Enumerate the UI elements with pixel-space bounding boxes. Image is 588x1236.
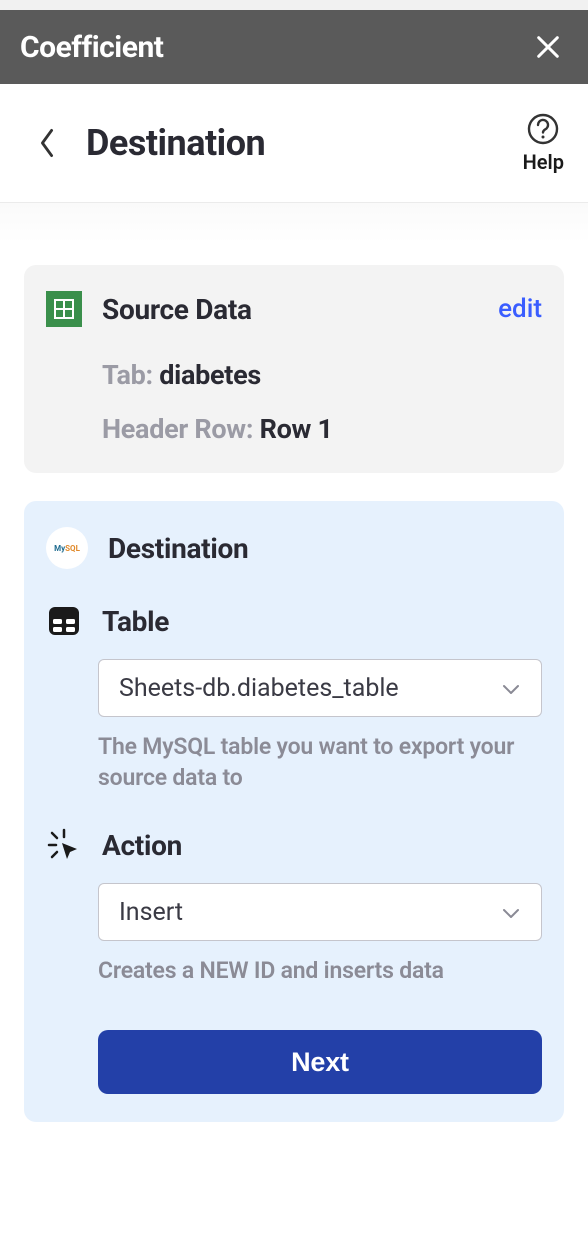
- help-button[interactable]: Help: [523, 112, 564, 174]
- next-button[interactable]: Next: [98, 1030, 542, 1094]
- source-tab-row: Tab: diabetes: [102, 359, 542, 391]
- table-section-title: Table: [102, 605, 169, 638]
- destination-card: MySQL Destination Table: [24, 501, 564, 1122]
- tab-value: diabetes: [159, 359, 261, 391]
- content-area: Source Data edit Tab: diabetes Header Ro…: [0, 203, 588, 1174]
- table-section: Table Sheets-db.diabetes_table The MySQL…: [46, 603, 542, 793]
- action-select[interactable]: Insert: [98, 883, 542, 941]
- action-section-title: Action: [102, 829, 182, 862]
- destination-card-title: Destination: [108, 532, 248, 565]
- help-label: Help: [523, 150, 564, 174]
- titlebar: Coefficient: [0, 10, 588, 84]
- help-icon: [526, 112, 560, 146]
- page-title: Destination: [86, 122, 265, 164]
- table-select[interactable]: Sheets-db.diabetes_table: [98, 659, 542, 717]
- back-button[interactable]: [36, 127, 58, 159]
- table-select-value: Sheets-db.diabetes_table: [119, 674, 399, 703]
- chevron-down-icon: [501, 898, 521, 927]
- mysql-icon: MySQL: [46, 527, 88, 569]
- action-select-value: Insert: [119, 898, 183, 927]
- source-header-row: Header Row: Row 1: [102, 413, 542, 445]
- table-helper-text: The MySQL table you want to export your …: [98, 731, 542, 793]
- close-button[interactable]: [528, 27, 568, 67]
- table-icon: [46, 603, 82, 639]
- action-section: Action Insert Creates a NEW ID and inser…: [46, 827, 542, 1094]
- chevron-down-icon: [501, 674, 521, 703]
- header-row-value: Row 1: [260, 413, 333, 445]
- source-data-card: Source Data edit Tab: diabetes Header Ro…: [24, 265, 564, 473]
- app-title: Coefficient: [20, 30, 163, 65]
- sheets-icon: [46, 291, 82, 327]
- tab-label: Tab:: [102, 359, 153, 391]
- header-row-label: Header Row:: [102, 413, 253, 445]
- source-card-title: Source Data: [102, 293, 252, 326]
- action-icon: [46, 827, 82, 863]
- subheader: Destination Help: [0, 84, 588, 203]
- chevron-left-icon: [36, 127, 58, 159]
- close-icon: [534, 33, 562, 61]
- edit-source-link[interactable]: edit: [498, 294, 542, 324]
- action-helper-text: Creates a NEW ID and inserts data: [98, 955, 542, 986]
